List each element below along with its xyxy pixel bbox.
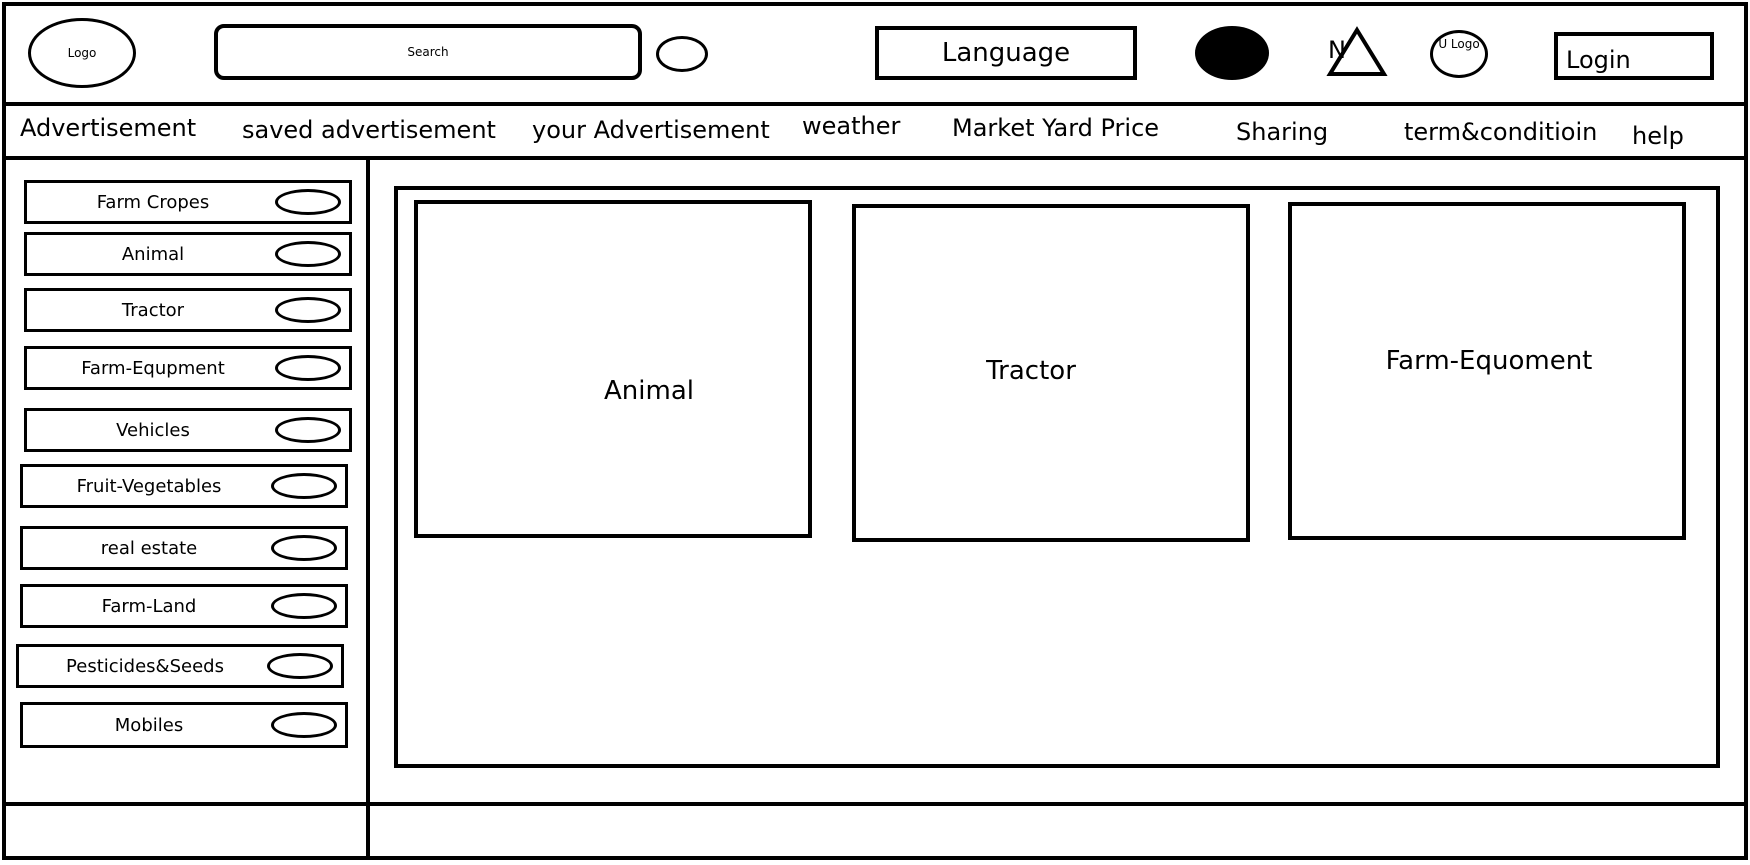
card-animal[interactable]: Animal bbox=[414, 200, 812, 538]
user-logo-label: U Logo bbox=[1438, 37, 1480, 51]
notification-icon[interactable]: N bbox=[1326, 26, 1388, 78]
nav-sharing[interactable]: Sharing bbox=[1236, 118, 1328, 146]
oval-icon[interactable] bbox=[271, 473, 337, 499]
search-button[interactable] bbox=[656, 36, 708, 72]
sidebar-item-label: Fruit-Vegetables bbox=[76, 475, 222, 497]
oval-icon[interactable] bbox=[267, 653, 333, 679]
notification-letter: N bbox=[1328, 36, 1346, 64]
login-label: Login bbox=[1566, 46, 1631, 74]
logo[interactable]: Logo bbox=[28, 18, 136, 88]
sidebar-item-mobiles[interactable]: Mobiles bbox=[20, 702, 348, 748]
sidebar-item-farm-equpment[interactable]: Farm-Equpment bbox=[24, 346, 352, 390]
header-divider bbox=[2, 102, 1748, 106]
sidebar-item-label: Farm Cropes bbox=[96, 191, 210, 213]
card-label: Tractor bbox=[986, 356, 1076, 386]
footer-divider bbox=[2, 802, 1748, 806]
nav-market-yard-price[interactable]: Market Yard Price bbox=[952, 114, 1159, 142]
login-button[interactable]: Login bbox=[1554, 32, 1714, 80]
nav-terms-conditions[interactable]: term&conditioin bbox=[1404, 118, 1597, 146]
card-label: Farm-Equoment bbox=[1385, 346, 1593, 376]
sidebar-item-tractor[interactable]: Tractor bbox=[24, 288, 352, 332]
sidebar-item-vehicles[interactable]: Vehicles bbox=[24, 408, 352, 452]
nav-your-advertisement[interactable]: your Advertisement bbox=[532, 116, 770, 144]
oval-icon[interactable] bbox=[271, 712, 337, 738]
sidebar-item-fruit-vegetables[interactable]: Fruit-Vegetables bbox=[20, 464, 348, 508]
card-tractor[interactable]: Tractor bbox=[852, 204, 1250, 542]
nav-weather[interactable]: weather bbox=[802, 112, 900, 140]
nav-divider bbox=[2, 156, 1748, 160]
sidebar-item-farm-cropes[interactable]: Farm Cropes bbox=[24, 180, 352, 224]
sidebar-divider bbox=[366, 158, 370, 858]
profile-dot-icon[interactable] bbox=[1195, 26, 1269, 80]
oval-icon[interactable] bbox=[271, 593, 337, 619]
language-label: Language bbox=[941, 38, 1071, 68]
oval-icon[interactable] bbox=[275, 297, 341, 323]
nav-help[interactable]: help bbox=[1632, 122, 1684, 150]
language-select[interactable]: Language bbox=[875, 26, 1137, 80]
oval-icon[interactable] bbox=[275, 417, 341, 443]
card-farm-equoment[interactable]: Farm-Equoment bbox=[1288, 202, 1686, 540]
oval-icon[interactable] bbox=[275, 241, 341, 267]
sidebar-item-pesticides-seeds[interactable]: Pesticides&Seeds bbox=[16, 644, 344, 688]
sidebar-item-real-estate[interactable]: real estate bbox=[20, 526, 348, 570]
sidebar-item-label: Farm-Land bbox=[101, 595, 197, 617]
sidebar-item-animal[interactable]: Animal bbox=[24, 232, 352, 276]
oval-icon[interactable] bbox=[275, 355, 341, 381]
sidebar-item-label: Farm-Equpment bbox=[81, 357, 225, 379]
card-label: Animal bbox=[604, 376, 694, 406]
nav-saved-advertisement[interactable]: saved advertisement bbox=[242, 116, 496, 144]
user-logo[interactable]: U Logo bbox=[1430, 30, 1488, 78]
oval-icon[interactable] bbox=[275, 189, 341, 215]
logo-label: Logo bbox=[67, 46, 97, 60]
sidebar-item-label: Mobiles bbox=[114, 714, 184, 736]
sidebar-item-label: Vehicles bbox=[116, 419, 190, 441]
sidebar-item-label: real estate bbox=[100, 537, 198, 559]
sidebar-item-label: Tractor bbox=[121, 299, 185, 321]
sidebar-item-farm-land[interactable]: Farm-Land bbox=[20, 584, 348, 628]
sidebar-item-label: Pesticides&Seeds bbox=[66, 655, 224, 677]
nav-advertisement[interactable]: Advertisement bbox=[20, 114, 196, 142]
oval-icon[interactable] bbox=[271, 535, 337, 561]
search-input[interactable]: Search bbox=[214, 24, 642, 80]
search-placeholder: Search bbox=[407, 45, 449, 59]
sidebar-item-label: Animal bbox=[121, 243, 185, 265]
